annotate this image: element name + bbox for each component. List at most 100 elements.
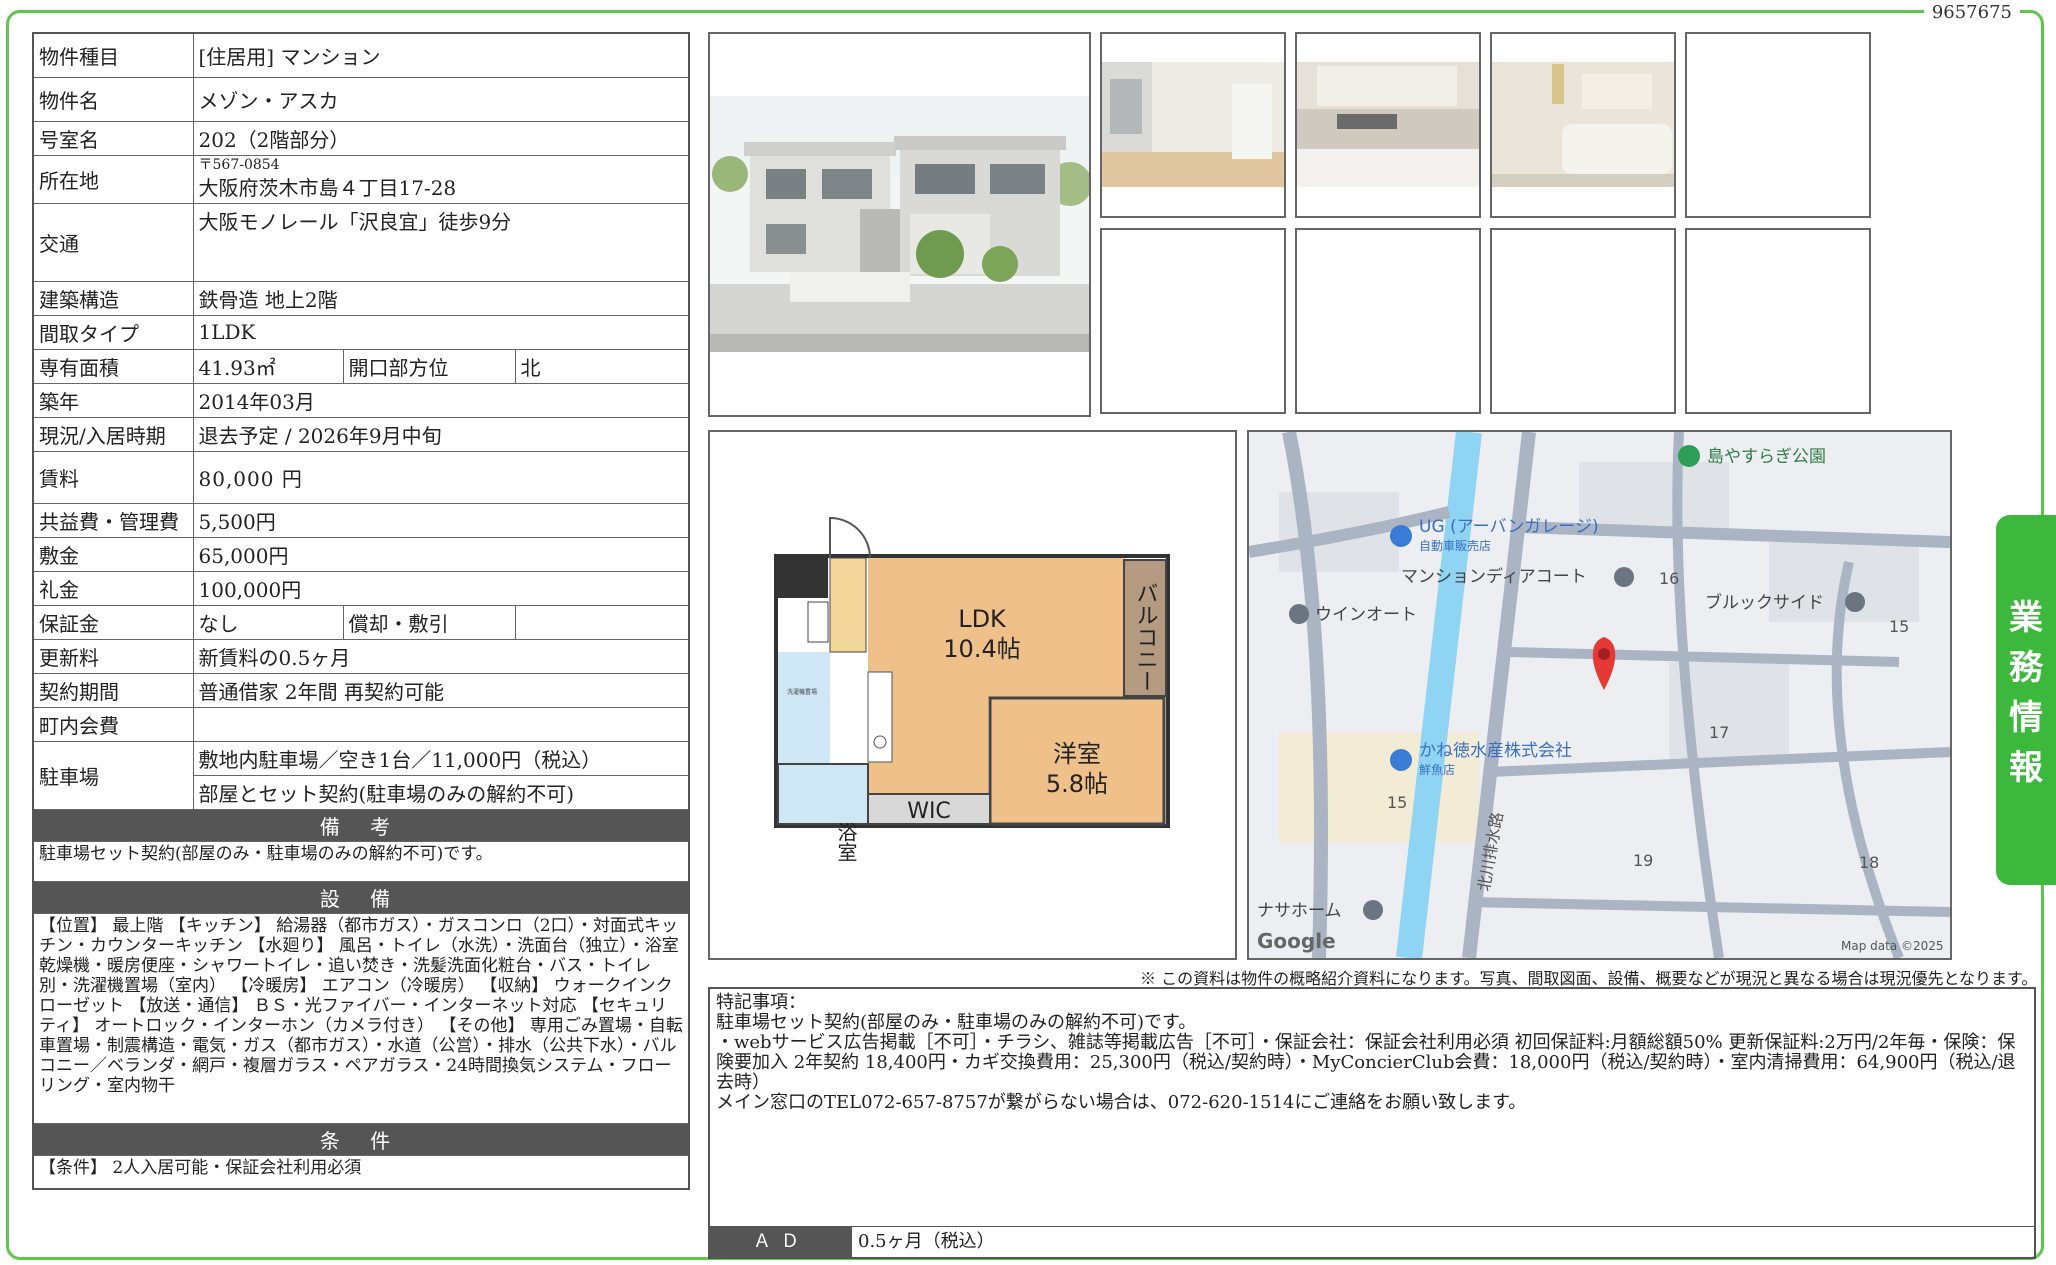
kitchen-photo	[1297, 62, 1479, 187]
fee-value: 5,500円	[192, 502, 690, 538]
map-nasa-label: ナサホーム	[1257, 901, 1342, 921]
address-cell: 〒567-0854 大阪府茨木市島４丁目17-28	[192, 154, 690, 204]
area-value: 41.93㎡	[192, 348, 344, 384]
map-ug-label: UG (アーバンガレージ)	[1419, 517, 1599, 537]
side-tab-char-3: 情	[2009, 698, 2043, 738]
guarantee-label: 保証金	[32, 604, 194, 640]
rent-value: 80,000 円	[192, 450, 690, 504]
map-credit: Map data ©2025	[1841, 939, 1944, 953]
balcony-label: バルコニー	[1133, 582, 1158, 692]
key-money-value: 100,000円	[192, 570, 690, 606]
special-line-2: ・webサービス広告掲載［不可］・チラシ、雑誌等掲載広告［不可］・保証会社：保証…	[716, 1032, 2016, 1093]
layout-value: 1LDK	[192, 314, 690, 350]
map-drawing: 島やすらぎ公園 UG (アーバンガレージ) 自動車販売店 マンションディアコート…	[1249, 432, 1950, 958]
map-kane-label: かね徳水産株式会社	[1419, 741, 1572, 761]
side-tab-char-4: 報	[2009, 748, 2043, 788]
location-map[interactable]: 島やすらぎ公園 UG (アーバンガレージ) 自動車販売店 マンションディアコート…	[1247, 430, 1952, 960]
name-label: 物件名	[32, 76, 194, 122]
map-block-19: 19	[1633, 851, 1653, 870]
name-value: メゾン・アスカ	[192, 76, 690, 122]
ad-row: ＡＤ 0.5ヶ月（税込）	[710, 1226, 2034, 1257]
room-label: 号室名	[32, 120, 194, 156]
built-value: 2014年03月	[192, 382, 690, 418]
floor-plan: LDK 10.4帖 洋室 5.8帖 WIC 浴室 バルコニー 洗濯機置場	[708, 430, 1237, 960]
conditions-header: 条 件	[32, 1122, 690, 1156]
parking-value-2: 部屋とセット契約(駐車場のみの解約不可)	[192, 774, 690, 810]
ldk-label: LDK	[958, 605, 1007, 633]
thumbnail-empty-3	[1295, 228, 1481, 414]
ad-label: ＡＤ	[710, 1227, 852, 1257]
map-block-16: 16	[1659, 569, 1679, 588]
washer-label: 洗濯機置場	[787, 688, 817, 696]
status-label: 現況/入居時期	[32, 416, 194, 452]
facing-value: 北	[514, 348, 690, 384]
floor-plan-drawing: LDK 10.4帖 洋室 5.8帖 WIC 浴室 バルコニー 洗濯機置場	[774, 516, 1170, 862]
town-fee-label: 町内会費	[32, 706, 194, 742]
parking-value-1: 敷地内駐車場／空き1台／11,000円（税込）	[192, 740, 690, 776]
document-id: 9657675	[1923, 2, 2020, 23]
amort-label: 償却・敷引	[342, 604, 516, 640]
parking-label: 駐車場	[32, 740, 194, 810]
special-remarks-box: 特記事項： 駐車場セット契約(部屋のみ・駐車場のみの解約不可)です。 ・webサ…	[708, 987, 2036, 1259]
deposit-value: 65,000円	[192, 536, 690, 572]
map-kane-sub: 鮮魚店	[1419, 763, 1455, 777]
town-fee-value	[192, 706, 690, 742]
side-tab-char-1: 業	[2009, 598, 2043, 638]
main-exterior-photo	[708, 32, 1091, 417]
special-title: 特記事項：	[716, 992, 806, 1013]
special-line-1: 駐車場セット契約(部屋のみ・駐車場のみの解約不可)です。	[716, 1012, 1197, 1033]
contract-value: 普通借家 2年間 再契約可能	[192, 672, 690, 708]
status-value: 退去予定 / 2026年9月中旬	[192, 416, 690, 452]
equipment-text: 【位置】 最上階 【キッチン】 給湯器（都市ガス）・ガスコンロ（2口）・対面式キ…	[32, 912, 690, 1124]
bathroom-photo	[1492, 62, 1674, 187]
structure-value: 鉄骨造 地上2階	[192, 280, 690, 316]
map-block-17: 17	[1709, 723, 1729, 742]
guarantee-value: なし	[192, 604, 344, 640]
renewal-value: 新賃料の0.5ヶ月	[192, 638, 690, 674]
address-label: 所在地	[32, 154, 194, 204]
contract-label: 契約期間	[32, 672, 194, 708]
western-room-label: 洋室	[1053, 740, 1101, 768]
type-value: [住居用] マンション	[192, 32, 690, 78]
business-info-tab[interactable]: 業 務 情 報	[1996, 515, 2056, 885]
remarks-header: 備 考	[32, 808, 690, 842]
map-park-label: 島やすらぎ公園	[1707, 447, 1826, 467]
area-label: 専有面積	[32, 348, 194, 384]
amort-value	[514, 604, 690, 640]
address-value: 大阪府茨木市島４丁目17-28	[198, 175, 457, 200]
thumbnail-empty-1	[1685, 32, 1871, 218]
type-label: 物件種目	[32, 32, 194, 78]
map-mansion-label: マンションディアコート	[1401, 566, 1587, 587]
equipment-header: 設 備	[32, 880, 690, 914]
map-block-18: 18	[1859, 853, 1879, 872]
thumbnail-living-room	[1100, 32, 1286, 218]
disclaimer-text: ※ この資料は物件の概略紹介資料になります。写真、間取図面、設備、概要などが現況…	[1140, 969, 2038, 988]
remarks-text: 駐車場セット契約(部屋のみ・駐車場のみの解約不可)です。	[32, 840, 690, 882]
transit-value: 大阪モノレール「沢良宜」徒歩9分	[192, 202, 690, 282]
map-block-15a: 15	[1889, 617, 1909, 636]
facing-label: 開口部方位	[342, 348, 516, 384]
ad-value: 0.5ヶ月（税込）	[858, 1231, 995, 1252]
property-info-table: 物件種目 [住居用] マンション 物件名 メゾン・アスカ 号室名 202（2階部…	[32, 32, 691, 1190]
living-room-photo	[1102, 62, 1284, 187]
map-winauto-label: ウインオート	[1315, 605, 1417, 625]
structure-label: 建築構造	[32, 280, 194, 316]
deposit-label: 敷金	[32, 536, 194, 572]
renewal-label: 更新料	[32, 638, 194, 674]
bath-label: 浴室	[834, 822, 858, 862]
key-money-label: 礼金	[32, 570, 194, 606]
side-tab-char-2: 務	[2009, 648, 2043, 688]
thumbnail-kitchen	[1295, 32, 1481, 218]
map-google-logo: Google	[1257, 929, 1336, 953]
special-line-3: メイン窓口のTEL072-657-8757が繋がらない場合は、072-620-1…	[716, 1092, 1527, 1113]
wic-label: WIC	[907, 799, 951, 824]
western-room-size: 5.8帖	[1046, 770, 1108, 798]
thumbnail-empty-4	[1490, 228, 1676, 414]
zip-code: 〒567-0854	[198, 156, 280, 173]
map-brook-label: ブルックサイド	[1705, 592, 1824, 613]
fee-label: 共益費・管理費	[32, 502, 194, 538]
room-value: 202（2階部分）	[192, 120, 690, 156]
thumbnail-empty-2	[1100, 228, 1286, 414]
ldk-size: 10.4帖	[943, 635, 1020, 663]
layout-label: 間取タイプ	[32, 314, 194, 350]
